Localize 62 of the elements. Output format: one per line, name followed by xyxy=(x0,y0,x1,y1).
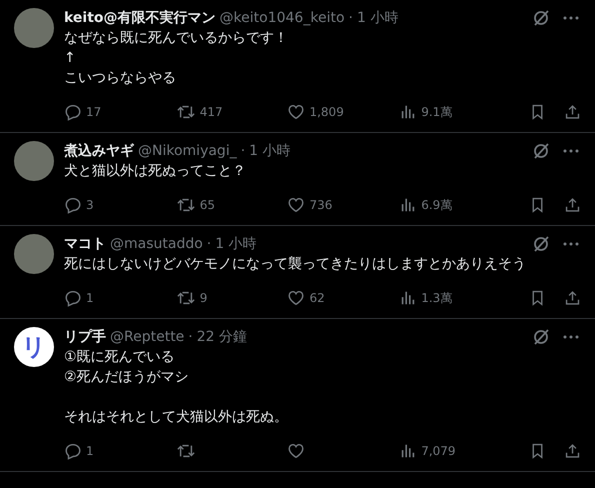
like-count: 62 xyxy=(309,291,325,305)
user-handle[interactable]: @Reptette xyxy=(110,329,184,345)
share-icon[interactable] xyxy=(564,196,582,214)
reply-icon[interactable] xyxy=(64,289,82,307)
repost-icon[interactable] xyxy=(176,103,196,121)
post-time[interactable]: 22 分鐘 xyxy=(196,328,248,346)
share-icon[interactable] xyxy=(564,289,582,307)
avatar-photo-placeholder[interactable] xyxy=(14,8,54,48)
heart-icon[interactable] xyxy=(287,103,306,121)
user-name[interactable]: リプ手 xyxy=(64,328,106,346)
post-text-line: 死にはしないけどバケモノになって襲ってきたりはしますとかありえそう xyxy=(64,255,527,274)
post-text-line: ↑ xyxy=(64,49,77,68)
repost-icon[interactable] xyxy=(176,289,196,307)
post-text-line: ②死んだほうがマシ xyxy=(64,368,190,387)
slashed-circle-icon[interactable] xyxy=(531,141,551,161)
view-count: 7,079 xyxy=(421,444,456,458)
dot-separator: · xyxy=(240,143,246,159)
post-text-line: なぜなら既に死んでいるからです！ xyxy=(64,29,289,48)
reply-icon[interactable] xyxy=(64,196,82,214)
repost-count: 9 xyxy=(200,291,208,305)
repost-count: 65 xyxy=(200,198,216,212)
slashed-circle-icon[interactable] xyxy=(531,234,551,254)
post-text-line: それはそれとして犬猫以外は死ぬ。 xyxy=(64,408,289,427)
post-text-line: ①既に死んでいる xyxy=(64,348,176,367)
heart-icon[interactable] xyxy=(287,442,306,460)
avatar-photo-placeholder[interactable] xyxy=(14,141,54,181)
user-name[interactable]: 煮込みヤギ xyxy=(64,142,134,160)
user-name[interactable]: マコト xyxy=(64,235,106,253)
heart-icon[interactable] xyxy=(287,196,306,214)
share-icon[interactable] xyxy=(564,442,582,460)
post-time[interactable]: 1 小時 xyxy=(215,235,257,253)
user-handle[interactable]: @Nikomiyagi_ xyxy=(138,143,237,159)
repost-icon[interactable] xyxy=(176,196,196,214)
reply-icon[interactable] xyxy=(64,103,82,121)
post-time[interactable]: 1 小時 xyxy=(356,9,398,27)
like-count: 1,809 xyxy=(309,105,344,119)
post-text-line: こいつらならやる xyxy=(64,69,177,88)
reply-icon[interactable] xyxy=(64,442,82,460)
like-count: 736 xyxy=(309,198,332,212)
slashed-circle-icon[interactable] xyxy=(531,327,551,347)
user-name[interactable]: keito@有限不実行マン xyxy=(64,9,216,27)
reply-count: 1 xyxy=(86,291,94,305)
avatar[interactable]: リ xyxy=(14,327,54,367)
repost-count: 417 xyxy=(200,105,223,119)
view-count: 9.1萬 xyxy=(421,104,452,120)
reply-count: 3 xyxy=(86,198,94,212)
repost-icon[interactable] xyxy=(176,442,196,460)
avatar-photo-placeholder[interactable] xyxy=(14,234,54,274)
dot-separator: · xyxy=(206,236,212,252)
dot-separator: · xyxy=(348,10,353,26)
share-icon[interactable] xyxy=(564,103,582,121)
user-handle[interactable]: @masutaddo xyxy=(110,236,203,252)
post-text-line: 犬と猫以外は死ぬってこと？ xyxy=(64,162,247,181)
slashed-circle-icon[interactable] xyxy=(531,8,551,28)
heart-icon[interactable] xyxy=(287,289,306,307)
user-handle[interactable]: @keito1046_keito xyxy=(220,10,345,26)
post-time[interactable]: 1 小時 xyxy=(249,142,291,160)
view-count: 6.9萬 xyxy=(421,196,452,214)
dot-separator: · xyxy=(188,329,193,345)
reply-count: 1 xyxy=(86,444,94,458)
view-count: 1.3萬 xyxy=(421,290,452,306)
reply-count: 17 xyxy=(86,105,102,119)
